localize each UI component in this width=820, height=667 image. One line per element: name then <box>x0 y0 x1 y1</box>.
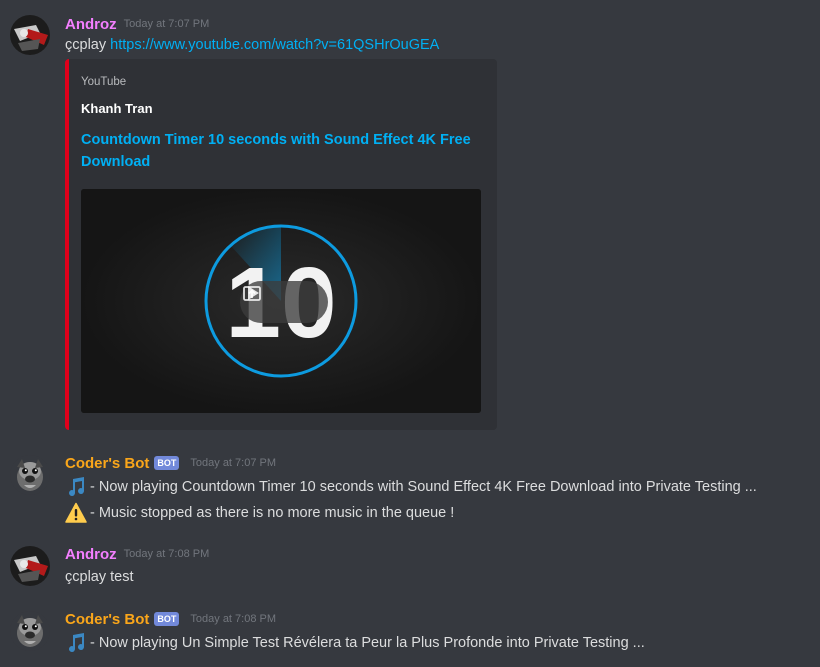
bot-avatar-icon <box>10 611 50 651</box>
bot-avatar-icon <box>10 455 50 495</box>
message-line: - Now playing Countdown Timer 10 seconds… <box>65 476 757 496</box>
warning-icon <box>65 502 87 524</box>
message-text: çcplay test <box>65 569 134 585</box>
music-note-icon <box>65 476 87 498</box>
androz-avatar-icon <box>10 15 50 55</box>
bot-badge: BOT <box>154 612 180 626</box>
message-text: - Now playing Un Simple Test Révélera ta… <box>90 634 645 651</box>
message-line: - Music stopped as there is no more musi… <box>65 502 454 522</box>
message-line: - Now playing Un Simple Test Révélera ta… <box>65 632 645 652</box>
youtube-link[interactable]: https://www.youtube.com/watch?v=61QSHrOu… <box>110 37 439 53</box>
music-note-icon <box>65 632 87 654</box>
message-header: Coder's Bot BOT Today at 7:07 PM <box>65 453 276 473</box>
embed-title[interactable]: Countdown Timer 10 seconds with Sound Ef… <box>81 129 481 173</box>
timestamp: Today at 7:07 PM <box>123 18 210 30</box>
username[interactable]: Coder's Bot <box>65 455 149 472</box>
user-avatar[interactable] <box>10 15 50 55</box>
message-text: - Now playing Countdown Timer 10 seconds… <box>90 478 757 495</box>
timestamp: Today at 7:08 PM <box>123 548 210 560</box>
message-text: çcplay <box>65 37 111 53</box>
message-header: Androz Today at 7:07 PM <box>65 14 209 34</box>
open-external-icon[interactable] <box>240 281 264 305</box>
message-content: çcplay https://www.youtube.com/watch?v=6… <box>65 35 439 55</box>
username[interactable]: Androz <box>65 16 117 33</box>
bot-avatar[interactable] <box>10 455 50 495</box>
androz-avatar-icon <box>10 546 50 586</box>
message-text: - Music stopped as there is no more musi… <box>90 504 455 521</box>
embed-provider[interactable]: YouTube <box>81 76 126 88</box>
username[interactable]: Androz <box>65 546 117 563</box>
video-controls <box>240 281 328 323</box>
bot-avatar[interactable] <box>10 611 50 651</box>
message-header: Androz Today at 7:08 PM <box>65 544 209 564</box>
username[interactable]: Coder's Bot <box>65 611 149 628</box>
youtube-embed: YouTube Khanh Tran Countdown Timer 10 se… <box>65 59 497 430</box>
bot-badge: BOT <box>154 456 180 470</box>
user-avatar[interactable] <box>10 546 50 586</box>
embed-author[interactable]: Khanh Tran <box>81 101 153 116</box>
timestamp: Today at 7:07 PM <box>190 457 277 469</box>
video-thumbnail[interactable]: 10 <box>81 189 481 413</box>
message-header: Coder's Bot BOT Today at 7:08 PM <box>65 609 276 629</box>
timestamp: Today at 7:08 PM <box>190 613 277 625</box>
